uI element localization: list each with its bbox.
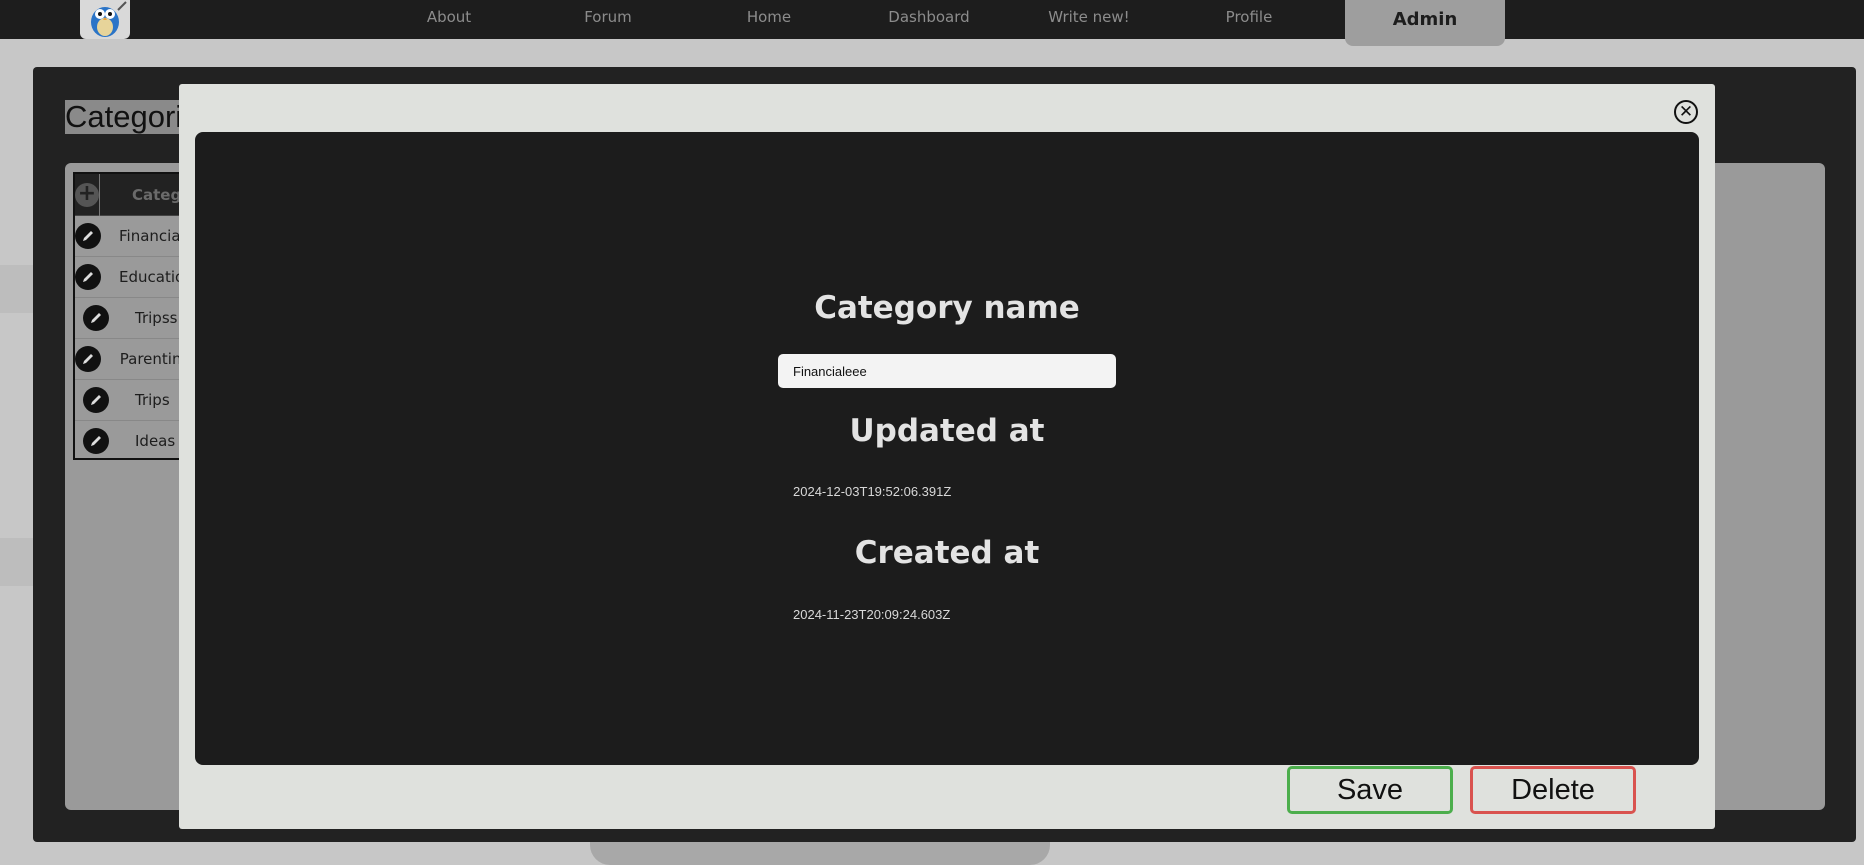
edit-category-button[interactable]: [75, 380, 117, 421]
delete-button[interactable]: Delete: [1470, 766, 1636, 814]
updated-at-heading: Updated at: [849, 413, 1045, 449]
updated-at-value: 2024-12-03T19:52:06.391Z: [793, 484, 952, 499]
pencil-icon: [83, 387, 109, 413]
categories-table: + Category Financialeee Education Tripss: [73, 172, 193, 460]
pencil-icon: [75, 346, 102, 372]
nav-admin[interactable]: Admin: [1345, 0, 1505, 46]
top-navbar: About Forum Home Dashboard Write new! Pr…: [0, 0, 1864, 46]
category-name: Ideas: [135, 432, 176, 450]
category-name-heading: Category name: [814, 290, 1080, 326]
edit-category-button[interactable]: [75, 216, 101, 257]
category-name-input[interactable]: [778, 354, 1116, 388]
nav-home[interactable]: Home: [694, 0, 844, 33]
created-at-value: 2024-11-23T20:09:24.603Z: [793, 607, 951, 622]
nav-write-new[interactable]: Write new!: [1014, 0, 1164, 33]
table-row: Tripss: [75, 298, 191, 339]
pencil-icon: [83, 428, 109, 454]
nav-dashboard[interactable]: Dashboard: [854, 0, 1004, 33]
nav-forum[interactable]: Forum: [533, 0, 683, 33]
close-icon[interactable]: ✕: [1674, 100, 1698, 124]
edit-category-button[interactable]: [75, 339, 102, 380]
table-row: Financialeee: [75, 216, 191, 257]
background-strip: [0, 265, 33, 313]
nav-profile[interactable]: Profile: [1174, 0, 1324, 33]
created-at-heading: Created at: [854, 535, 1040, 571]
nav-about[interactable]: About: [374, 0, 524, 33]
category-name: Tripss: [135, 309, 178, 327]
pencil-icon: [75, 223, 101, 249]
save-button[interactable]: Save: [1287, 766, 1453, 814]
edit-category-button[interactable]: [75, 421, 117, 459]
owl-logo[interactable]: [80, 0, 130, 39]
pencil-icon: [83, 305, 109, 331]
table-row: Education: [75, 257, 191, 298]
category-name: Parenting: [119, 350, 191, 368]
add-category-button[interactable]: +: [75, 174, 100, 216]
table-row: Ideas: [75, 421, 191, 459]
category-name: Trips: [135, 391, 170, 409]
edit-category-button[interactable]: [75, 298, 117, 339]
edit-category-button[interactable]: [75, 257, 101, 298]
background-strip: [0, 538, 33, 586]
pencil-icon: [75, 264, 101, 290]
table-row: Parenting: [75, 339, 191, 380]
background-tab: [590, 842, 1050, 865]
add-icon: +: [75, 182, 99, 207]
table-row: Trips: [75, 380, 191, 421]
page-title: Categories: [65, 100, 180, 134]
table-header: + Category: [75, 174, 191, 216]
